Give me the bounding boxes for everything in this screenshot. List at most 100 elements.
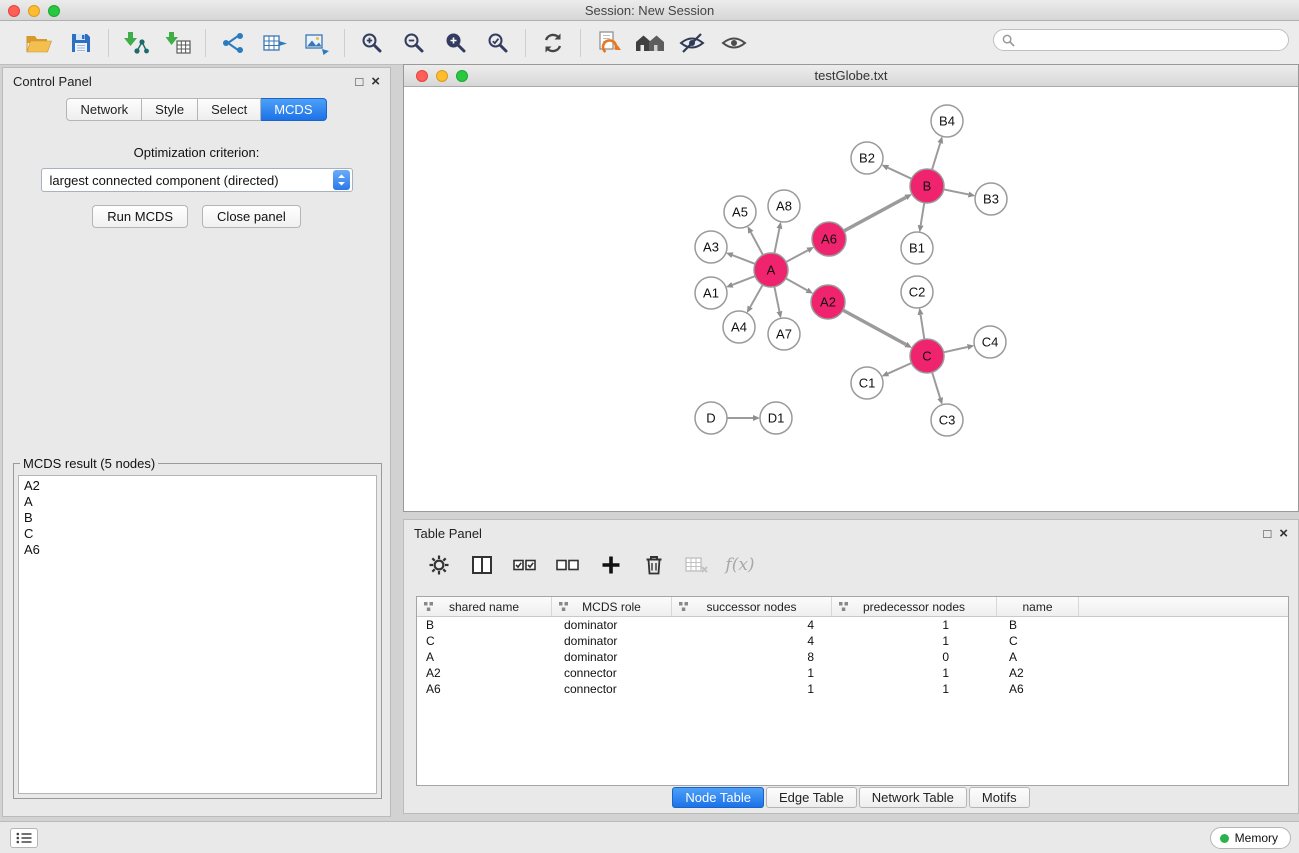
table-row[interactable]: A6connector11A6 (417, 681, 1288, 697)
graph-edge-A-A2[interactable] (786, 278, 807, 290)
task-history-button[interactable] (10, 828, 38, 848)
graph-edge-A-A1[interactable] (732, 276, 755, 285)
deselect-all-columns-button[interactable] (555, 552, 581, 578)
tab-edge-table[interactable]: Edge Table (766, 787, 857, 808)
graph-node-A7[interactable]: A7 (768, 318, 800, 350)
network-zoom-button[interactable] (456, 70, 468, 82)
tab-style[interactable]: Style (142, 98, 198, 121)
graph-edge-A-A4[interactable] (750, 285, 762, 307)
mcds-result-list[interactable]: A2ABCA6 (18, 475, 377, 794)
select-all-columns-button[interactable] (512, 552, 538, 578)
graph-edge-C-C3[interactable] (932, 372, 940, 398)
zoom-fit-button[interactable] (441, 28, 471, 58)
graph-node-B4[interactable]: B4 (931, 105, 963, 137)
function-builder-button[interactable]: f(x) (727, 552, 753, 578)
home-button[interactable] (635, 28, 665, 58)
graph-node-A8[interactable]: A8 (768, 190, 800, 222)
graph-edge-C-C4[interactable] (944, 347, 968, 352)
graph-node-D[interactable]: D (695, 402, 727, 434)
graph-node-A4[interactable]: A4 (723, 311, 755, 343)
new-network-button[interactable] (218, 28, 248, 58)
zoom-selected-button[interactable] (483, 28, 513, 58)
graph-edge-A-A6[interactable] (786, 250, 808, 262)
graph-node-A[interactable]: A (754, 253, 788, 287)
open-session-button[interactable] (24, 28, 54, 58)
graph-node-A1[interactable]: A1 (695, 277, 727, 309)
graph-edge-A-A3[interactable] (732, 255, 755, 264)
minimize-window-button[interactable] (28, 5, 40, 17)
graph-edge-A-A7[interactable] (774, 287, 779, 312)
search-input[interactable] (1015, 31, 1288, 49)
table-row[interactable]: A2connector11A2 (417, 665, 1288, 681)
optimization-criterion-select[interactable]: largest connected component (directed) (41, 168, 353, 192)
refresh-layout-button[interactable] (538, 28, 568, 58)
zoom-in-button[interactable] (357, 28, 387, 58)
tab-select[interactable]: Select (198, 98, 261, 121)
close-table-panel-icon[interactable]: × (1279, 527, 1288, 540)
tab-node-table[interactable]: Node Table (672, 787, 764, 808)
create-column-button[interactable] (598, 552, 624, 578)
mcds-result-item[interactable]: A6 (24, 542, 371, 558)
graph-edge-C-C2[interactable] (921, 315, 925, 339)
tab-network[interactable]: Network (66, 98, 142, 121)
delete-table-button[interactable] (684, 552, 710, 578)
graph-edge-A-A8[interactable] (774, 229, 779, 254)
graph-node-A6[interactable]: A6 (812, 222, 846, 256)
column-browser-button[interactable] (469, 552, 495, 578)
tab-motifs[interactable]: Motifs (969, 787, 1030, 808)
report-button[interactable] (593, 28, 623, 58)
close-panel-button[interactable]: Close panel (202, 205, 301, 228)
graph-edge-C-C1[interactable] (888, 363, 912, 374)
network-close-button[interactable] (416, 70, 428, 82)
close-panel-icon[interactable]: × (371, 75, 380, 88)
show-details-button[interactable] (719, 28, 749, 58)
export-table-button[interactable] (260, 28, 290, 58)
column-header-successor-nodes[interactable]: successor nodes (672, 597, 832, 616)
graph-edge-B-B2[interactable] (888, 168, 912, 179)
table-settings-button[interactable] (426, 552, 452, 578)
mcds-result-item[interactable]: C (24, 526, 371, 542)
graph-edge-B-B4[interactable] (932, 143, 940, 170)
graph-node-C[interactable]: C (910, 339, 944, 373)
mcds-result-item[interactable]: A (24, 494, 371, 510)
zoom-window-button[interactable] (48, 5, 60, 17)
graph-edge-A6-B[interactable] (844, 197, 906, 230)
network-graph[interactable]: B4B2BB3A8A5A6A3B1AA1C2A2A4A7C4CC1C3DD1 (404, 87, 1298, 510)
network-minimize-button[interactable] (436, 70, 448, 82)
float-panel-icon[interactable]: □ (355, 75, 363, 88)
graph-node-B2[interactable]: B2 (851, 142, 883, 174)
graph-node-C2[interactable]: C2 (901, 276, 933, 308)
float-table-panel-icon[interactable]: □ (1263, 527, 1271, 540)
tab-mcds[interactable]: MCDS (261, 98, 326, 121)
table-row[interactable]: Bdominator41B (417, 617, 1288, 633)
close-window-button[interactable] (8, 5, 20, 17)
import-network-button[interactable] (121, 28, 151, 58)
graph-node-C1[interactable]: C1 (851, 367, 883, 399)
table-row[interactable]: Cdominator41C (417, 633, 1288, 649)
delete-column-button[interactable] (641, 552, 667, 578)
graph-edge-B-B3[interactable] (944, 189, 969, 194)
mcds-result-item[interactable]: A2 (24, 478, 371, 494)
graph-node-D1[interactable]: D1 (760, 402, 792, 434)
run-mcds-button[interactable]: Run MCDS (92, 205, 188, 228)
column-header-predecessor-nodes[interactable]: predecessor nodes (832, 597, 997, 616)
graph-node-A2[interactable]: A2 (811, 285, 845, 319)
graph-edge-A2-C[interactable] (843, 310, 906, 344)
graph-node-A5[interactable]: A5 (724, 196, 756, 228)
hide-details-button[interactable] (677, 28, 707, 58)
table-row[interactable]: Adominator80A (417, 649, 1288, 665)
graph-node-A3[interactable]: A3 (695, 231, 727, 263)
column-header-shared-name[interactable]: shared name (417, 597, 552, 616)
zoom-out-button[interactable] (399, 28, 429, 58)
mcds-result-item[interactable]: B (24, 510, 371, 526)
graph-node-B3[interactable]: B3 (975, 183, 1007, 215)
import-table-button[interactable] (163, 28, 193, 58)
search-box[interactable] (993, 29, 1289, 51)
graph-node-B1[interactable]: B1 (901, 232, 933, 264)
graph-node-C4[interactable]: C4 (974, 326, 1006, 358)
network-canvas[interactable]: B4B2BB3A8A5A6A3B1AA1C2A2A4A7C4CC1C3DD1 (404, 87, 1298, 510)
column-header-name[interactable]: name (997, 597, 1079, 616)
export-image-button[interactable] (302, 28, 332, 58)
graph-edge-B-B1[interactable] (921, 203, 925, 226)
memory-button[interactable]: Memory (1210, 827, 1291, 849)
